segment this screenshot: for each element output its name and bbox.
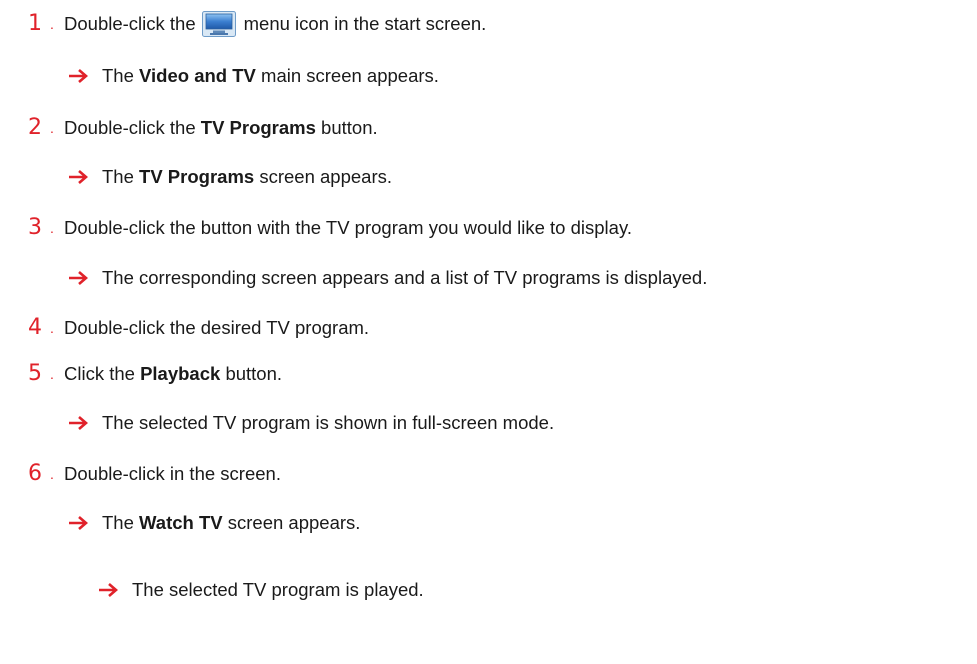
step-number: 2 [28, 115, 42, 140]
step-text: Double-click the button with the TV prog… [64, 217, 632, 238]
result-text: The [102, 166, 140, 187]
right-arrow-icon [68, 169, 90, 185]
result-text: The corresponding screen appears and a l… [102, 267, 708, 288]
step-number: 1 [28, 11, 42, 36]
step-2: 2. Double-click the TV Programs button. [28, 116, 378, 140]
result-3: The corresponding screen appears and a l… [68, 266, 707, 290]
step-dot: . [50, 120, 54, 136]
step-1: 1. Double-click the menu icon in the sta… [28, 11, 486, 37]
step-text: Click the [64, 363, 141, 384]
step-text: Double-click the desired TV program. [64, 317, 370, 338]
step-text: Double-click the [64, 117, 201, 138]
step-number: 5 [28, 361, 42, 386]
step-text: button. [220, 363, 283, 384]
right-arrow-icon [68, 270, 90, 286]
step-text: menu icon in the start screen. [243, 13, 487, 34]
right-arrow-icon [68, 68, 90, 84]
step-number: 4 [28, 315, 42, 340]
result-bold: Video and TV [139, 65, 256, 86]
step-6: 6. Double-click in the screen. [28, 462, 281, 486]
step-dot: . [50, 16, 54, 32]
result-text: The selected TV program is played. [132, 579, 424, 600]
result-text: main screen appears. [255, 65, 439, 86]
step-dot: . [50, 366, 54, 382]
step-bold: TV Programs [200, 117, 316, 138]
result-text: screen appears. [254, 166, 392, 187]
step-text: button. [315, 117, 378, 138]
step-text: Double-click in the screen. [64, 463, 281, 484]
tv-monitor-icon [201, 11, 236, 37]
right-arrow-icon [98, 582, 120, 598]
result-5: The selected TV program is shown in full… [68, 411, 554, 435]
step-dot: . [50, 466, 54, 482]
right-arrow-icon [68, 515, 90, 531]
step-dot: . [50, 320, 54, 336]
result-1: The Video and TV main screen appears. [68, 64, 439, 88]
step-4: 4. Double-click the desired TV program. [28, 316, 369, 340]
result-text: The [102, 512, 140, 533]
step-number: 6 [28, 461, 42, 486]
result-bold: TV Programs [139, 166, 255, 187]
step-number: 3 [28, 215, 42, 240]
result-bold: Watch TV [139, 512, 223, 533]
result-text: screen appears. [222, 512, 361, 533]
result-6: The Watch TV screen appears. [68, 511, 360, 535]
result-text: The selected TV program is shown in full… [102, 412, 555, 433]
result-7: The selected TV program is played. [98, 578, 424, 602]
step-3: 3. Double-click the button with the TV p… [28, 216, 632, 240]
step-dot: . [50, 220, 54, 236]
right-arrow-icon [68, 415, 90, 431]
step-5: 5. Click the Playback button. [28, 362, 282, 386]
result-text: The [102, 65, 140, 86]
step-text: Double-click the [64, 13, 196, 34]
result-2: The TV Programs screen appears. [68, 165, 392, 189]
step-bold: Playback [140, 363, 221, 384]
